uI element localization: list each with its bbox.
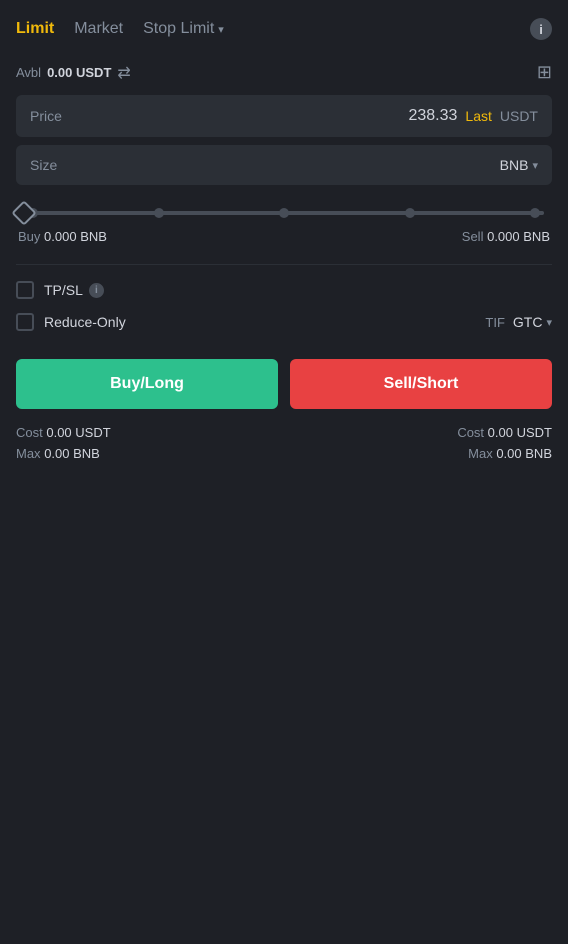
avbl-value: 0.00 USDT <box>47 65 111 80</box>
slider-dot-25[interactable] <box>154 208 164 218</box>
action-buttons: Buy/Long Sell/Short <box>16 359 552 409</box>
price-value: 238.33 <box>408 107 457 125</box>
slider-thumb[interactable] <box>11 200 36 225</box>
tab-limit[interactable]: Limit <box>16 16 54 42</box>
slider-dot-50[interactable] <box>279 208 289 218</box>
sell-max: Max 0.00 BNB <box>468 446 552 461</box>
buy-cost-value: 0.00 USDT <box>46 425 110 440</box>
tpsl-info-icon[interactable]: i <box>89 283 104 298</box>
tab-stop-limit[interactable]: Stop Limit ▾ <box>143 16 224 42</box>
percentage-slider[interactable] <box>16 193 552 229</box>
info-icon-label: i <box>539 22 543 37</box>
slider-dot-75[interactable] <box>405 208 415 218</box>
buy-cost: Cost 0.00 USDT <box>16 425 111 440</box>
sell-cost-value: 0.00 USDT <box>488 425 552 440</box>
calculator-icon[interactable]: ⊞ <box>537 62 552 83</box>
max-row: Max 0.00 BNB Max 0.00 BNB <box>16 446 552 461</box>
tpsl-checkbox[interactable] <box>16 281 34 299</box>
tab-row: Limit Market Stop Limit ▾ i <box>16 16 552 42</box>
sell-cost: Cost 0.00 USDT <box>457 425 552 440</box>
buy-amount: Buy 0.000 BNB <box>18 229 107 244</box>
stop-limit-chevron-icon: ▾ <box>218 23 224 36</box>
size-label: Size <box>30 157 90 173</box>
trading-panel: Limit Market Stop Limit ▾ i Avbl 0.00 US… <box>0 0 568 487</box>
slider-track <box>24 211 544 215</box>
size-field[interactable]: Size BNB ▾ <box>16 145 552 185</box>
sell-amount: Sell 0.000 BNB <box>462 229 550 244</box>
sell-amount-value: 0.000 BNB <box>487 229 550 244</box>
tif-chevron-icon: ▾ <box>546 316 552 329</box>
tif-value: GTC <box>513 314 543 330</box>
buy-max: Max 0.00 BNB <box>16 446 100 461</box>
buy-long-button[interactable]: Buy/Long <box>16 359 278 409</box>
size-currency: BNB <box>500 157 529 173</box>
tab-stop-limit-label: Stop Limit <box>143 20 214 38</box>
avbl-currency: USDT <box>76 65 111 80</box>
avbl-balance: Avbl 0.00 USDT ⇄ <box>16 63 131 83</box>
price-currency: USDT <box>500 108 538 124</box>
tpsl-label: TP/SL <box>44 282 83 298</box>
slider-dots <box>28 208 540 218</box>
info-icon[interactable]: i <box>530 18 552 40</box>
reduce-only-label: Reduce-Only <box>44 314 126 330</box>
avbl-row: Avbl 0.00 USDT ⇄ ⊞ <box>16 62 552 83</box>
transfer-icon[interactable]: ⇄ <box>117 63 130 83</box>
sell-amount-label: Sell <box>462 229 484 244</box>
sell-cost-label: Cost <box>457 425 484 440</box>
tif-select[interactable]: GTC ▾ <box>513 314 552 330</box>
sell-max-label: Max <box>468 446 493 461</box>
price-field[interactable]: Price 238.33 Last USDT <box>16 95 552 137</box>
buy-amount-label: Buy <box>18 229 40 244</box>
amounts-row: Buy 0.000 BNB Sell 0.000 BNB <box>16 229 552 244</box>
size-currency-select[interactable]: BNB ▾ <box>500 157 538 173</box>
price-right: 238.33 Last USDT <box>408 107 538 125</box>
tab-market[interactable]: Market <box>74 16 123 42</box>
sell-short-button[interactable]: Sell/Short <box>290 359 552 409</box>
size-chevron-icon: ▾ <box>532 159 538 172</box>
tif-label: TIF <box>485 315 505 330</box>
buy-cost-label: Cost <box>16 425 43 440</box>
tpsl-row: TP/SL i <box>16 281 552 299</box>
last-badge: Last <box>465 108 491 124</box>
price-label: Price <box>30 108 90 124</box>
buy-max-value: 0.00 BNB <box>44 446 100 461</box>
divider <box>16 264 552 265</box>
cost-max-row: Cost 0.00 USDT Cost 0.00 USDT <box>16 425 552 440</box>
avbl-amount: 0.00 <box>47 65 72 80</box>
buy-max-label: Max <box>16 446 41 461</box>
buy-amount-value: 0.000 BNB <box>44 229 107 244</box>
avbl-label: Avbl <box>16 65 41 80</box>
reduce-only-row: Reduce-Only TIF GTC ▾ <box>16 313 552 331</box>
tif-section: TIF GTC ▾ <box>485 314 552 330</box>
sell-max-value: 0.00 BNB <box>496 446 552 461</box>
slider-dot-100[interactable] <box>530 208 540 218</box>
reduce-only-checkbox[interactable] <box>16 313 34 331</box>
